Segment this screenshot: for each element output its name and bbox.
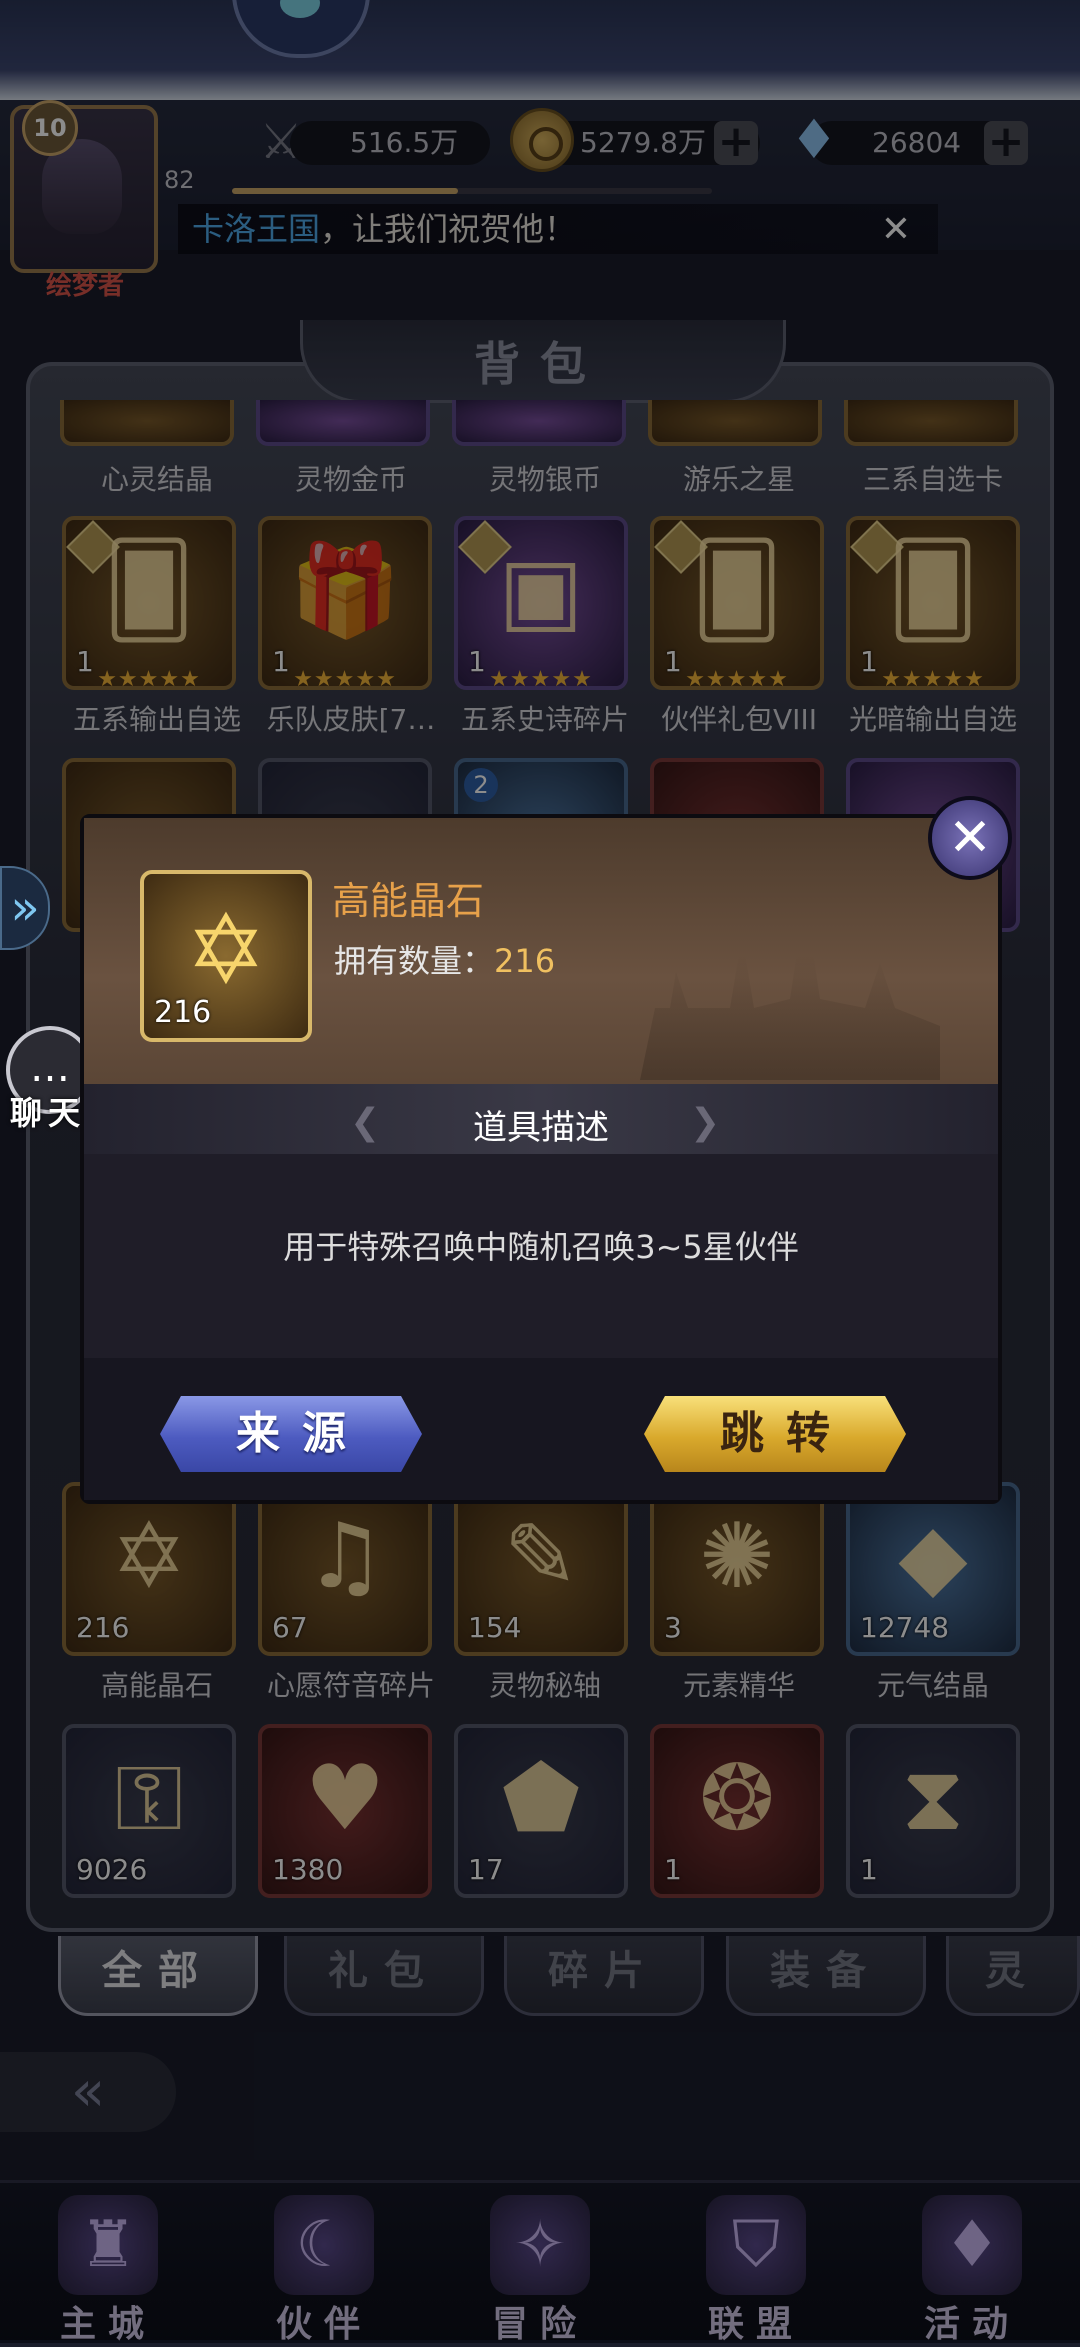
owned-quantity: 拥有数量：216 <box>334 936 555 982</box>
chat-label[interactable]: 聊天 <box>10 1088 86 1134</box>
jump-button[interactable]: 跳转 <box>644 1396 906 1472</box>
owned-label: 拥有数量： <box>334 942 495 980</box>
source-button[interactable]: 来源 <box>160 1396 422 1472</box>
item-name: 高能晶石 <box>332 879 485 923</box>
crystal-book-icon: ✡ <box>185 894 267 1006</box>
owned-count: 216 <box>494 942 556 980</box>
item-description: 用于特殊召唤中随机召唤3~5星伙伴 <box>283 1228 799 1266</box>
close-icon[interactable]: ✕ <box>928 796 1012 880</box>
item-preview: ✡ 216 <box>140 870 312 1042</box>
item-preview-count: 216 <box>154 995 212 1030</box>
description-title: 道具描述 <box>473 1108 609 1148</box>
